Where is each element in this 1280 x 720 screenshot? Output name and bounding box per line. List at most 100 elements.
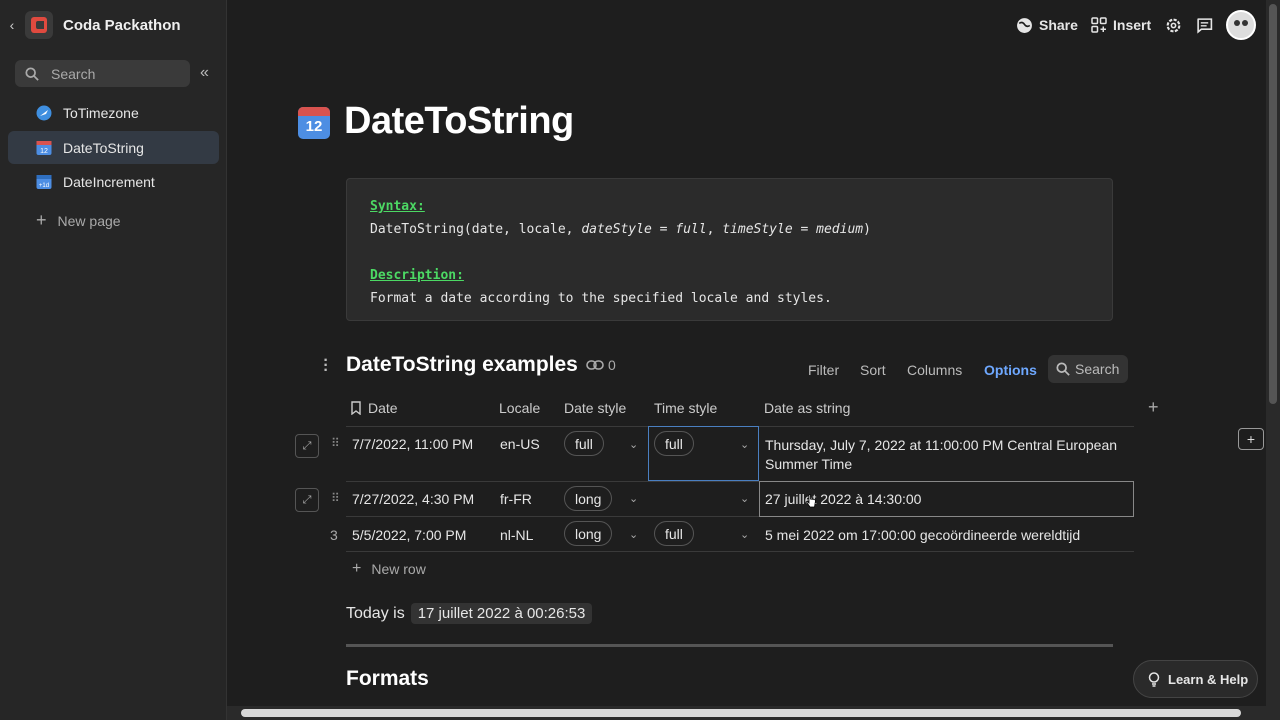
chevron-down-icon[interactable]: ⌄ [740, 492, 749, 505]
settings-button[interactable] [1165, 8, 1182, 42]
table-search-button[interactable]: Search [1048, 355, 1128, 383]
result-line: Thursday, July 7, 2022 at 11:00:00 PM Ce… [765, 437, 1118, 453]
drag-handle-icon[interactable]: ⠿ [331, 491, 340, 505]
today-line: Today is 17 juillet 2022 à 00:26:53 [346, 603, 593, 624]
chevron-down-icon[interactable]: ⌄ [740, 438, 749, 451]
select-value: long [575, 490, 602, 507]
column-header-locale[interactable]: Locale [499, 400, 540, 416]
collapse-sidebar-icon[interactable]: « [200, 64, 209, 82]
scrollbar-thumb[interactable] [241, 709, 1241, 717]
cell-locale[interactable]: fr-FR [500, 491, 532, 507]
grid-insert-icon [1091, 17, 1107, 33]
divider [346, 644, 1113, 647]
syntax-separator: , [706, 222, 723, 237]
cell-date-as-string[interactable]: Thursday, July 7, 2022 at 11:00:00 PM Ce… [765, 436, 1125, 474]
coda-logo-icon[interactable] [25, 11, 53, 39]
columns-button[interactable]: Columns [907, 356, 962, 383]
time-style-select[interactable]: full [654, 431, 694, 456]
mouse-cursor-icon [806, 494, 816, 508]
horizontal-scrollbar[interactable] [227, 706, 1280, 720]
date-style-select[interactable]: long [564, 521, 613, 546]
cell-date-as-string[interactable]: 5 mei 2022 om 17:00:00 gecoördineerde we… [765, 527, 1080, 543]
today-formula-chip[interactable]: 17 juillet 2022 à 00:26:53 [410, 603, 593, 624]
select-value: full [665, 525, 683, 542]
chevron-down-icon[interactable]: ⌄ [629, 438, 638, 451]
date-style-select[interactable]: full [564, 431, 604, 456]
time-style-select[interactable]: full [654, 521, 694, 546]
row-number: 3 [330, 527, 338, 543]
cell-date-as-string[interactable]: 27 juillet 2022 à 14:30:00 [765, 491, 921, 507]
linked-count[interactable]: 0 [586, 357, 616, 373]
new-row-button[interactable]: + New row [352, 560, 426, 578]
column-header-date-style[interactable]: Date style [564, 400, 626, 416]
column-header-label: Date [368, 400, 398, 416]
syntax-arg-timestyle: timeStyle = medium [722, 222, 864, 237]
filter-button[interactable]: Filter [808, 356, 839, 383]
bookmark-icon [351, 401, 361, 415]
sidebar-item-label: DateToString [63, 139, 144, 156]
select-value: long [575, 525, 602, 542]
doc-title[interactable]: Coda Packathon [63, 17, 181, 34]
link-count-value: 0 [608, 357, 616, 373]
description-label: Description: [370, 268, 464, 283]
share-button[interactable]: Share [1016, 8, 1078, 42]
description-text: Format a date according to the specified… [370, 291, 832, 306]
new-page-button[interactable]: + New page [36, 210, 121, 231]
avatar[interactable] [1226, 10, 1256, 40]
vertical-scrollbar[interactable] [1266, 0, 1280, 706]
chevron-down-icon[interactable]: ⌄ [629, 492, 638, 505]
result-line: Summer Time [765, 456, 853, 472]
insert-button[interactable]: Insert [1091, 8, 1151, 42]
expand-row-icon[interactable]: ⤢ [295, 434, 319, 458]
new-row-label: New row [371, 561, 426, 577]
cell-locale[interactable]: nl-NL [500, 527, 533, 543]
drag-handle-icon[interactable]: ⠿ [331, 436, 340, 450]
search-icon [1056, 362, 1070, 376]
doc-header: ‹ Coda Packathon [0, 8, 227, 42]
comment-icon [1197, 17, 1213, 34]
table-search-label: Search [1075, 361, 1120, 377]
select-value: full [665, 435, 683, 452]
calendar-day-number: 12 [305, 118, 323, 135]
cell-locale[interactable]: en-US [500, 436, 540, 452]
comments-button[interactable] [1196, 8, 1213, 42]
sidebar-item-dateincrement[interactable]: +1d DateIncrement [8, 165, 219, 198]
calendar-icon: 12 [36, 140, 52, 155]
add-column-icon[interactable]: + [1148, 397, 1159, 418]
sidebar-item-label: ToTimezone [63, 104, 139, 121]
table-title[interactable]: DateToString examples [346, 353, 578, 377]
cell-date[interactable]: 5/5/2022, 7:00 PM [352, 527, 466, 543]
syntax-label: Syntax: [370, 199, 425, 214]
sidebar-item-datetostring[interactable]: 12 DateToString [8, 131, 219, 164]
expand-row-icon[interactable]: ⤢ [295, 488, 319, 512]
lightbulb-icon [1148, 671, 1160, 687]
add-comment-icon[interactable]: + [1238, 428, 1264, 450]
sidebar-search-input[interactable]: Search [15, 60, 190, 87]
column-header-date[interactable]: Date [350, 400, 398, 416]
gear-icon [1166, 18, 1181, 32]
chevron-down-icon[interactable]: ⌄ [629, 528, 638, 541]
plus-icon: + [352, 560, 362, 577]
scrollbar-thumb[interactable] [1269, 4, 1277, 404]
learn-help-label: Learn & Help [1168, 671, 1249, 687]
column-header-time-style[interactable]: Time style [654, 400, 717, 416]
link-icon [586, 360, 604, 370]
search-placeholder: Search [51, 65, 96, 82]
options-button[interactable]: Options [984, 356, 1037, 383]
table-menu-icon[interactable]: · · · [322, 353, 330, 379]
code-block[interactable]: Syntax: DateToString(date, locale, dateS… [346, 178, 1113, 321]
learn-help-button[interactable]: Learn & Help [1133, 660, 1258, 698]
page-title[interactable]: DateToString [344, 100, 574, 143]
sort-button[interactable]: Sort [860, 356, 886, 383]
calendar-page-icon[interactable]: 12 [298, 107, 330, 139]
sidebar-item-totimezone[interactable]: ToTimezone [8, 96, 219, 129]
cell-date[interactable]: 7/27/2022, 4:30 PM [352, 491, 474, 507]
search-icon [25, 66, 39, 81]
column-header-date-as-string[interactable]: Date as string [764, 400, 850, 416]
date-style-select[interactable]: long [564, 486, 613, 511]
formats-heading[interactable]: Formats [346, 667, 429, 691]
syntax-suffix: ) [863, 222, 871, 237]
chevron-down-icon[interactable]: ⌄ [740, 528, 749, 541]
cell-date[interactable]: 7/7/2022, 11:00 PM [352, 436, 473, 452]
back-chevron-icon[interactable]: ‹ [1, 17, 23, 33]
